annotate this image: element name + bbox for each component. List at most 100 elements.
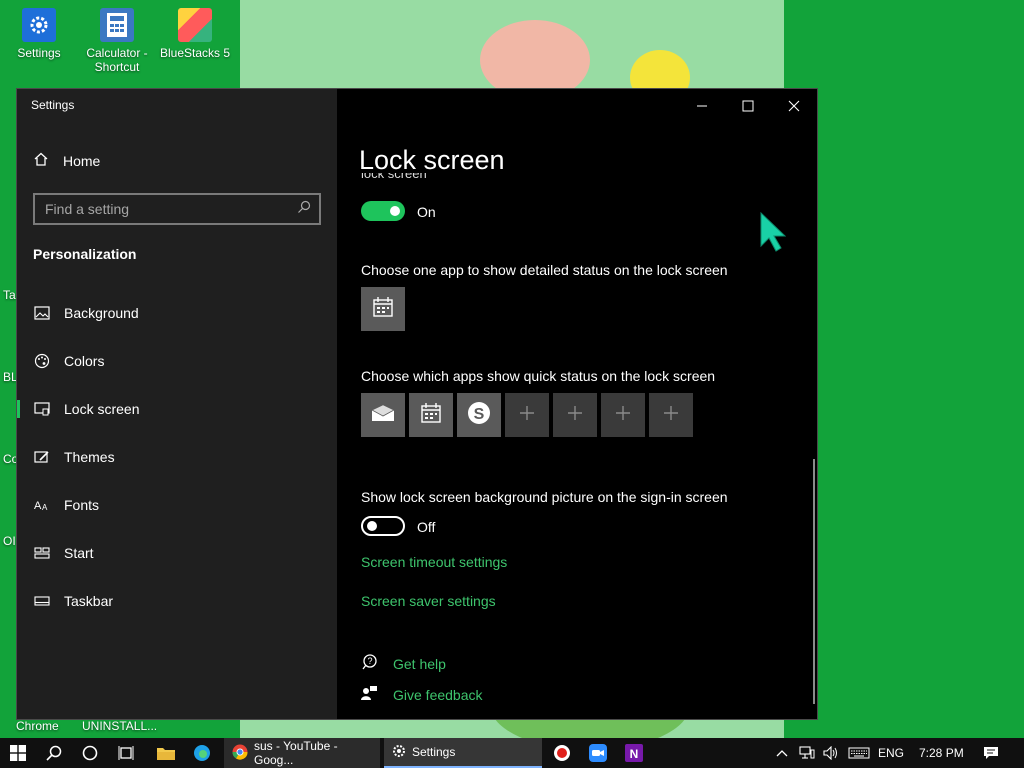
brush-icon — [33, 448, 51, 466]
notification-icon[interactable] — [978, 738, 1004, 768]
file-explorer-icon[interactable] — [148, 738, 184, 768]
quick-status-calendar-button[interactable] — [409, 393, 453, 437]
svg-text:A: A — [42, 503, 48, 512]
lock-screen-toggle[interactable] — [361, 201, 405, 221]
taskbar: sus - YouTube - Goog... Settings N ENG 7… — [0, 738, 1024, 768]
give-feedback-link[interactable]: Give feedback — [361, 685, 483, 704]
quick-status-add-button[interactable] — [553, 393, 597, 437]
feedback-icon — [361, 685, 377, 704]
keyboard-icon[interactable] — [846, 738, 872, 768]
settings-task-label: Settings — [412, 745, 456, 759]
zoom-icon[interactable] — [580, 738, 616, 768]
home-label: Home — [63, 152, 101, 169]
svg-text:S: S — [474, 406, 485, 423]
cortana-icon[interactable] — [72, 738, 108, 768]
bluestacks-icon — [178, 8, 212, 42]
desktop-fragment: UNINSTALL... — [82, 719, 158, 733]
windows-start-icon[interactable] — [0, 738, 36, 768]
plus-icon — [663, 405, 679, 426]
signin-background-toggle[interactable] — [361, 516, 405, 536]
home-icon — [33, 151, 49, 170]
content-pane: Lock screen lock screen On Choose one ap… — [337, 89, 817, 719]
minimize-icon[interactable] — [679, 93, 725, 119]
desktop-icon-bluestacks[interactable]: BlueStacks 5 — [156, 2, 234, 60]
mail-icon — [371, 403, 395, 427]
sidebar-item-start[interactable]: Start — [17, 533, 337, 573]
calendar-icon — [420, 402, 442, 429]
search-icon[interactable] — [36, 738, 72, 768]
svg-text:A: A — [34, 500, 42, 512]
get-help-link[interactable]: ? Get help — [361, 654, 446, 673]
desktop-icon-label: Calculator - Shortcut — [86, 46, 148, 74]
toggle-state-label: On — [417, 204, 436, 220]
desktop-icon-label: BlueStacks 5 — [159, 46, 231, 60]
record-icon[interactable] — [544, 738, 580, 768]
window-title: Settings — [31, 98, 75, 112]
font-icon: AA — [33, 496, 51, 514]
screen-saver-link[interactable]: Screen saver settings — [361, 593, 496, 609]
sidebar-item-colors[interactable]: Colors — [17, 341, 337, 381]
sidebar: Settings Home Personalization Background — [17, 89, 337, 719]
desktop-icon-settings[interactable]: Settings — [0, 2, 78, 60]
section-heading: Personalization — [33, 246, 137, 262]
lock-screen-icon — [33, 400, 51, 418]
taskbar-settings-window[interactable]: Settings — [384, 738, 542, 768]
settings-gear-icon — [392, 744, 406, 761]
volume-icon[interactable] — [820, 738, 842, 768]
detailed-status-app-button[interactable] — [361, 287, 405, 331]
search-icon[interactable] — [297, 200, 311, 219]
desktop-fragment: Ta — [3, 288, 16, 302]
svg-text:N: N — [630, 747, 639, 761]
sidebar-item-background[interactable]: Background — [17, 293, 337, 333]
sidebar-item-label: Colors — [64, 353, 105, 369]
quick-status-add-button[interactable] — [649, 393, 693, 437]
get-help-label: Get help — [393, 655, 446, 672]
calendar-icon — [372, 296, 394, 323]
home-link[interactable]: Home — [33, 151, 100, 170]
mouse-cursor-icon — [760, 211, 787, 257]
plus-icon — [519, 405, 535, 426]
detailed-status-label: Choose one app to show detailed status o… — [361, 262, 728, 278]
help-icon: ? — [361, 654, 377, 673]
sidebar-item-label: Start — [64, 545, 94, 561]
sidebar-item-label: Themes — [64, 449, 115, 465]
screen-timeout-link[interactable]: Screen timeout settings — [361, 554, 507, 570]
desktop-icon-calculator[interactable]: Calculator - Shortcut — [78, 2, 156, 74]
plus-icon — [567, 405, 583, 426]
svg-text:?: ? — [367, 656, 372, 666]
scrollbar[interactable] — [813, 459, 815, 704]
chrome-icon — [232, 744, 248, 763]
onenote-icon[interactable]: N — [616, 738, 652, 768]
sidebar-item-lock-screen[interactable]: Lock screen — [17, 389, 337, 429]
close-icon[interactable] — [771, 93, 817, 119]
search-input[interactable] — [45, 201, 297, 217]
sidebar-item-themes[interactable]: Themes — [17, 437, 337, 477]
quick-status-add-button[interactable] — [505, 393, 549, 437]
sidebar-item-label: Taskbar — [64, 593, 114, 609]
quick-status-skype-button[interactable]: S — [457, 393, 501, 437]
active-indicator — [17, 400, 20, 418]
search-box[interactable] — [33, 193, 321, 225]
quick-status-add-button[interactable] — [601, 393, 645, 437]
taskbar-icon — [33, 592, 51, 610]
sidebar-item-taskbar[interactable]: Taskbar — [17, 581, 337, 621]
maximize-icon[interactable] — [725, 93, 771, 119]
page-title: Lock screen — [359, 145, 505, 175]
clipped-setting-label: lock screen — [361, 173, 427, 181]
sidebar-item-label: Lock screen — [64, 401, 140, 417]
taskbar-chrome-window[interactable]: sus - YouTube - Goog... — [224, 738, 380, 768]
start-icon — [33, 544, 51, 562]
edge-browser-icon[interactable] — [184, 738, 220, 768]
task-view-icon[interactable] — [108, 738, 144, 768]
desktop-fragment: OI — [3, 534, 16, 548]
clock[interactable]: 7:28 PM — [919, 738, 964, 768]
plus-icon — [615, 405, 631, 426]
settings-gear-icon — [22, 8, 56, 42]
signin-background-label: Show lock screen background picture on t… — [361, 489, 728, 505]
chevron-up-icon[interactable] — [772, 738, 792, 768]
toggle-state-label: Off — [417, 519, 436, 535]
network-icon[interactable] — [796, 738, 818, 768]
quick-status-mail-button[interactable] — [361, 393, 405, 437]
input-language[interactable]: ENG — [878, 738, 904, 768]
sidebar-item-fonts[interactable]: AA Fonts — [17, 485, 337, 525]
